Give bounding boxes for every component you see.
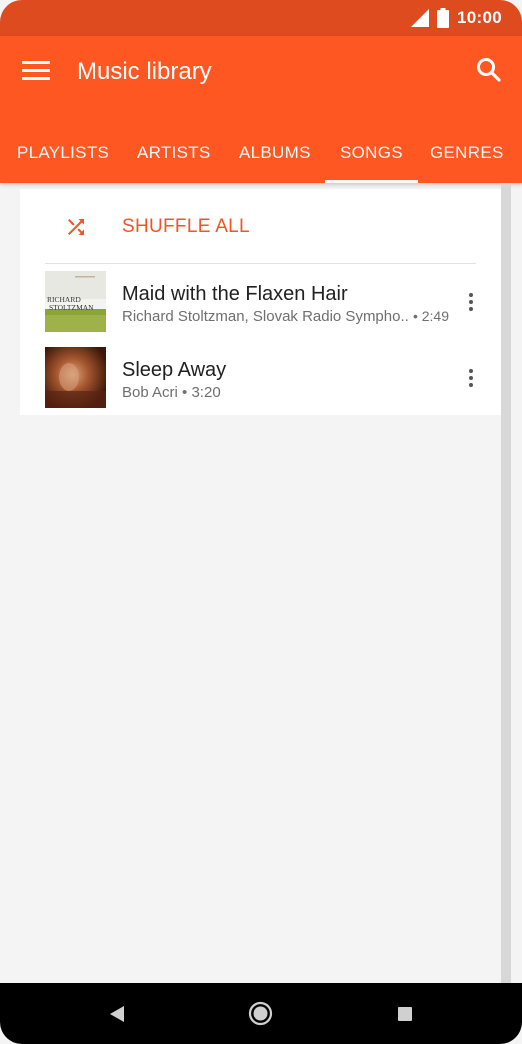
more-vert-icon[interactable] [466,369,476,389]
signal-icon [411,9,430,27]
scrollbar[interactable] [501,183,511,983]
shuffle-all-button[interactable]: SHUFFLE ALL [20,189,501,263]
album-art-image: RICHARD STOLTZMAN [45,271,106,332]
shuffle-all-label: SHUFFLE ALL [122,216,250,237]
tab-genres[interactable]: GENRES [430,128,504,163]
tab-label: ALBUMS [239,143,311,162]
album-art-text: STOLTZMAN [49,303,94,312]
tab-playlists[interactable]: PLAYLISTS [17,128,109,163]
shuffle-icon [68,219,84,235]
song-row[interactable]: RICHARD STOLTZMAN Maid with the Flaxen H… [20,265,501,341]
page-title: Music library [77,58,212,85]
battery-icon [437,8,450,28]
album-art-image [45,347,106,408]
album-art [45,347,106,408]
song-title: Sleep Away [122,359,227,381]
more-vert-icon[interactable] [466,293,476,313]
album-art: RICHARD STOLTZMAN [45,271,106,332]
song-artist: Richard Stoltzman, Slovak Radio Sympho.. [122,308,409,325]
divider [45,263,476,264]
tab-songs[interactable]: SONGS [325,128,418,183]
tab-label: GENRES [430,143,504,162]
tab-artists[interactable]: ARTISTS [137,128,211,163]
tab-label: ARTISTS [137,143,211,162]
back-icon[interactable] [109,1005,125,1023]
status-bar: 10:00 [0,0,522,36]
search-icon[interactable] [476,57,502,83]
status-icons: 10:00 [411,7,502,29]
tab-albums[interactable]: ALBUMS [239,128,311,163]
song-artist: Bob Acri [122,384,178,401]
song-row[interactable]: Sleep Away Bob Acri • 3:20 [20,341,501,417]
song-duration: • 3:20 [182,384,221,401]
tab-label: SONGS [340,143,403,162]
songs-list: SHUFFLE ALL RICHARD STOLTZMAN Maid with … [20,189,501,415]
tab-bar: PLAYLISTS ARTISTS ALBUMS SONGS GENRES [0,128,522,183]
song-subtitle: Bob Acri • 3:20 [122,384,221,401]
navigation-bar [0,983,522,1044]
song-title: Maid with the Flaxen Hair [122,283,348,305]
app-bar: Music library PLAYLISTS ARTISTS ALBUMS S… [0,36,522,183]
status-time: 10:00 [457,8,502,27]
song-subtitle: Richard Stoltzman, Slovak Radio Sympho..… [122,308,449,325]
recents-icon[interactable] [397,1006,413,1022]
tab-label: PLAYLISTS [17,143,110,162]
home-icon[interactable] [248,1001,273,1026]
menu-icon[interactable] [22,61,50,81]
song-duration: • 2:49 [412,308,450,324]
